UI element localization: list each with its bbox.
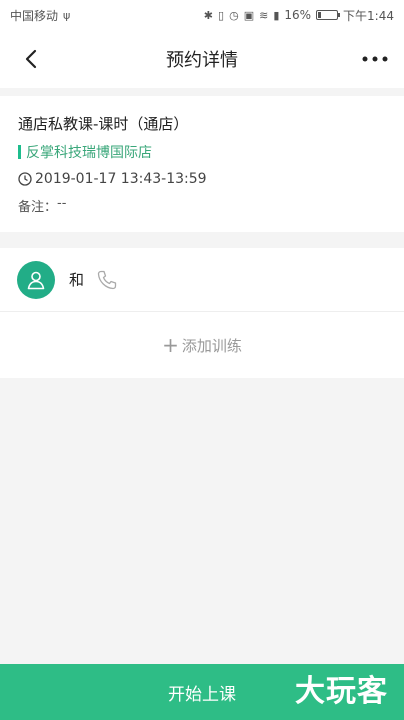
store-name: 反掌科技瑞博国际店 — [26, 145, 152, 161]
usb-icon: ψ — [63, 8, 71, 22]
avatar — [17, 260, 55, 299]
add-training-button[interactable]: + 添加训练 — [0, 312, 404, 378]
back-button[interactable] — [18, 46, 44, 72]
start-class-label: 开始上课 — [168, 684, 236, 705]
hd-icon: ▣ — [243, 8, 255, 22]
vibrate-icon: ▯ — [218, 8, 225, 22]
store-accent-bar — [18, 145, 21, 159]
add-training-label: 添加训练 — [181, 336, 242, 355]
carrier-label: 中国移动 — [10, 8, 59, 23]
battery-icon — [316, 10, 341, 20]
more-button[interactable] — [360, 46, 390, 72]
status-left: 中国移动 ψ — [10, 7, 70, 24]
note-label: 备注： — [18, 200, 58, 215]
bluetooth-icon: ✱ — [203, 8, 214, 22]
time-row: 2019-01-17 13:43-13:59 — [18, 169, 386, 189]
member-name: 和 — [69, 271, 85, 289]
member-row: 和 — [0, 248, 404, 312]
status-bar: 中国移动 ψ ✱ ▯ ◷ ▣ ≋ ▮ 16% 下午1:44 — [0, 0, 404, 30]
appointment-datetime: 2019-01-17 13:43-13:59 — [35, 171, 207, 187]
battery-percent: 16% — [284, 8, 312, 22]
clock-time: 下午1:44 — [343, 8, 394, 23]
status-right: ✱ ▯ ◷ ▣ ≋ ▮ 16% 下午1:44 — [204, 7, 394, 24]
plus-icon: + — [162, 333, 179, 357]
clock-icon — [18, 172, 32, 186]
back-arrow-icon — [25, 49, 37, 69]
battery-fill — [318, 12, 322, 18]
alarm-icon: ◷ — [229, 8, 239, 22]
phone-icon[interactable] — [96, 269, 118, 291]
course-title: 通店私教课-课时（通店） — [18, 115, 189, 133]
more-dots-icon — [362, 56, 388, 62]
appointment-info-card: 通店私教课-课时（通店） 反掌科技瑞博国际店 2019-01-17 13:43-… — [0, 96, 404, 232]
page-title: 预约详情 — [166, 50, 238, 71]
wifi-icon: ≋ — [259, 8, 269, 22]
note-row: 备注： -- — [18, 196, 386, 215]
watermark-logo: 大玩客 — [295, 674, 388, 709]
signal-icon: ▮ — [273, 8, 280, 22]
store-row: 反掌科技瑞博国际店 — [18, 142, 386, 162]
nav-bar: 预约详情 — [0, 30, 404, 88]
user-icon — [27, 271, 45, 289]
member-card: 和 + 添加训练 — [0, 248, 404, 378]
note-value: -- — [57, 196, 67, 211]
